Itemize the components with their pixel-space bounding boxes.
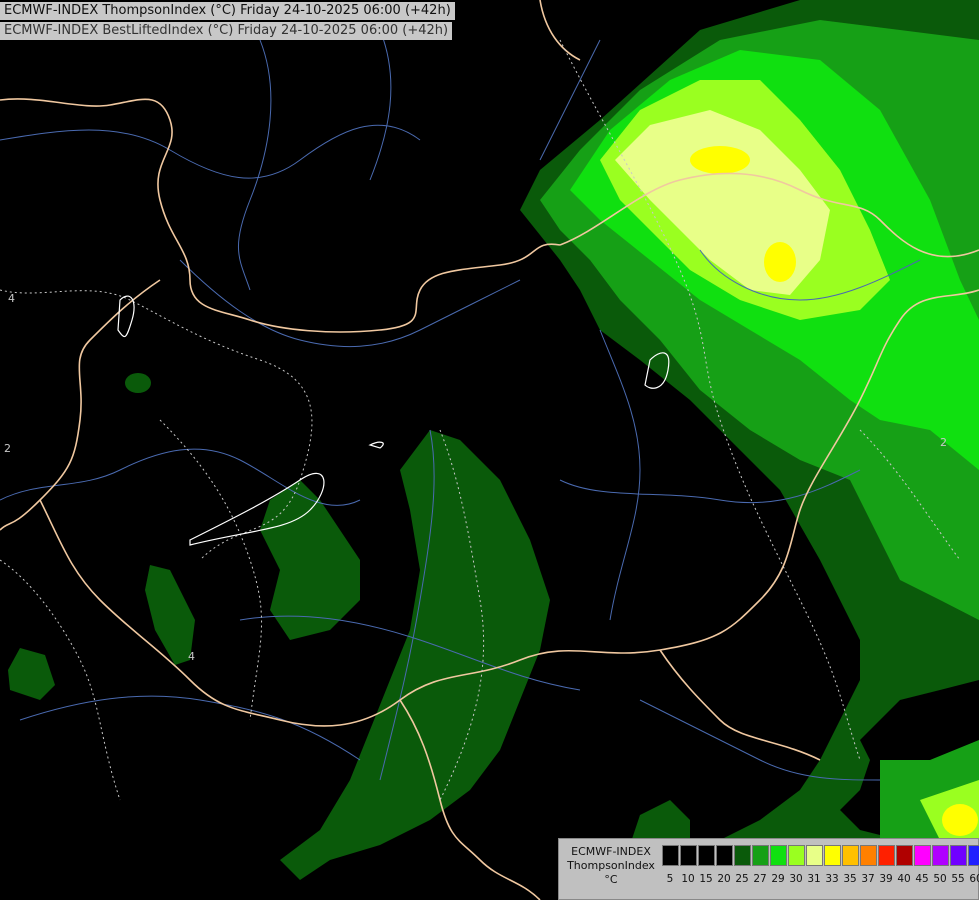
legend-unit: °C [604, 873, 618, 886]
legend-tick: 45 [915, 873, 929, 885]
legend-swatch [932, 845, 949, 866]
legend-tick: 25 [735, 873, 749, 885]
legend-tick: 27 [753, 873, 767, 885]
legend-tick: 35 [843, 873, 857, 885]
legend-swatch [806, 845, 823, 866]
legend-swatch [788, 845, 805, 866]
map-title-best-lifted-index: ECMWF-INDEX BestLiftedIndex (°C) Friday … [0, 22, 453, 40]
legend-swatch [842, 845, 859, 866]
legend-swatch [734, 845, 751, 866]
thompson-peak-yellow-2 [764, 242, 796, 282]
thompson-field-west-dot [125, 373, 151, 393]
legend-label: ECMWF-INDEX ThompsonIndex °C [563, 845, 659, 887]
weather-map: 4 2 4 2 [0, 0, 979, 900]
color-legend: ECMWF-INDEX ThompsonIndex °C 5 10 15 20 25 27… [558, 838, 979, 900]
legend-swatch [968, 845, 979, 866]
contour-label: 2 [940, 436, 947, 449]
legend-swatch [770, 845, 787, 866]
legend-swatch [878, 845, 895, 866]
legend-parameter: ThompsonIndex [567, 859, 655, 872]
legend-tick: 39 [879, 873, 893, 885]
legend-tick: 31 [807, 873, 821, 885]
legend-tick: 20 [717, 873, 731, 885]
legend-swatch [680, 845, 697, 866]
thompson-peak-se-yellow [942, 804, 978, 836]
legend-tick-labels: 5 10 15 20 25 27 29 30 31 33 35 37 39 40 45 50 55 60 [662, 873, 979, 889]
legend-tick: 33 [825, 873, 839, 885]
legend-tick: 60 [969, 873, 979, 885]
legend-tick: 50 [933, 873, 947, 885]
map-title-thompson-index: ECMWF-INDEX ThompsonIndex (°C) Friday 24… [0, 2, 455, 20]
legend-swatch [824, 845, 841, 866]
legend-tick: 37 [861, 873, 875, 885]
legend-swatch [662, 845, 679, 866]
legend-swatch [896, 845, 913, 866]
legend-swatch [752, 845, 769, 866]
legend-swatch [950, 845, 967, 866]
legend-swatch [860, 845, 877, 866]
legend-tick: 55 [951, 873, 965, 885]
legend-color-bar [662, 845, 979, 866]
thompson-peak-yellow-1 [690, 146, 750, 174]
legend-tick: 30 [789, 873, 803, 885]
legend-swatch [698, 845, 715, 866]
legend-swatch [716, 845, 733, 866]
legend-tick: 15 [699, 873, 713, 885]
legend-model: ECMWF-INDEX [571, 845, 651, 858]
legend-tick: 40 [897, 873, 911, 885]
legend-tick: 5 [666, 873, 674, 885]
legend-tick: 29 [771, 873, 785, 885]
legend-tick: 10 [681, 873, 695, 885]
legend-swatch [914, 845, 931, 866]
contour-label: 4 [8, 292, 15, 305]
contour-label: 4 [188, 650, 195, 663]
contour-label: 2 [4, 442, 11, 455]
